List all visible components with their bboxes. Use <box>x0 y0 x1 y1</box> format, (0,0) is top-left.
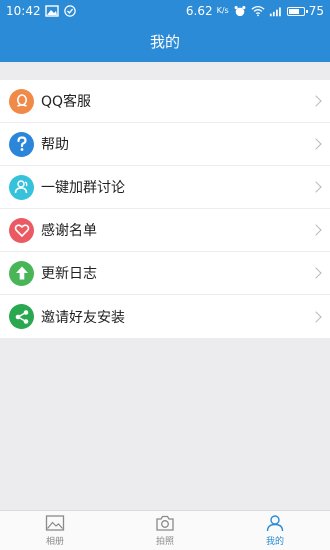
menu-item-label: QQ客服 <box>41 94 92 110</box>
signal-icon <box>269 7 281 17</box>
person-icon <box>266 515 284 532</box>
menu-item-changelog[interactable]: 更新日志 <box>0 252 330 295</box>
user-group-icon <box>9 174 34 200</box>
image-notification-icon <box>44 5 59 17</box>
network-speed: 6.62 <box>185 4 213 18</box>
menu-item-join-group[interactable]: 一键加群讨论 <box>0 166 330 209</box>
app-header: 10:42 6.62 K/s 75 我的 <box>0 0 330 62</box>
network-speed-unit: K/s <box>216 6 229 15</box>
qq-penguin-icon <box>9 88 34 114</box>
chevron-right-icon <box>310 95 322 107</box>
check-notification-icon <box>63 5 76 17</box>
wifi-icon <box>251 5 265 17</box>
tab-label: 拍照 <box>155 537 174 547</box>
status-bar: 10:42 6.62 K/s 75 <box>0 0 330 22</box>
alarm-icon <box>234 6 246 17</box>
menu-list: QQ客服 帮助 一键加群讨论 感谢名单 更新日志 邀请好友安装 <box>0 80 330 338</box>
chevron-right-icon <box>310 267 322 279</box>
tab-label: 相册 <box>45 537 64 547</box>
share-icon <box>9 304 34 329</box>
chevron-right-icon <box>310 310 322 323</box>
menu-item-thanks-list[interactable]: 感谢名单 <box>0 209 330 252</box>
menu-item-label: 邀请好友安装 <box>41 309 125 326</box>
battery-level: 75 <box>308 4 324 18</box>
chevron-right-icon <box>310 138 322 150</box>
menu-item-invite-friends[interactable]: 邀请好友安装 <box>0 295 330 338</box>
battery-icon <box>286 6 308 16</box>
menu-item-label: 感谢名单 <box>41 223 97 239</box>
bottom-navigation: 相册 拍照 我的 <box>0 510 330 550</box>
status-time: 10:42 <box>6 4 41 18</box>
album-icon <box>45 515 65 531</box>
tab-camera[interactable]: 拍照 <box>110 511 220 550</box>
tab-mine[interactable]: 我的 <box>220 511 330 550</box>
menu-item-qq-support[interactable]: QQ客服 <box>0 80 330 123</box>
heart-icon <box>9 217 34 243</box>
tab-label: 我的 <box>265 537 284 547</box>
menu-item-label: 一键加群讨论 <box>41 180 125 196</box>
page-title: 我的 <box>149 33 180 51</box>
menu-item-help[interactable]: 帮助 <box>0 123 330 166</box>
arrow-up-icon <box>9 260 34 286</box>
menu-item-label: 更新日志 <box>41 266 97 282</box>
tab-album[interactable]: 相册 <box>0 511 110 550</box>
chevron-right-icon <box>310 181 322 193</box>
camera-icon <box>156 515 174 531</box>
question-mark-icon <box>9 131 34 157</box>
menu-item-label: 帮助 <box>41 137 69 153</box>
chevron-right-icon <box>310 224 322 236</box>
